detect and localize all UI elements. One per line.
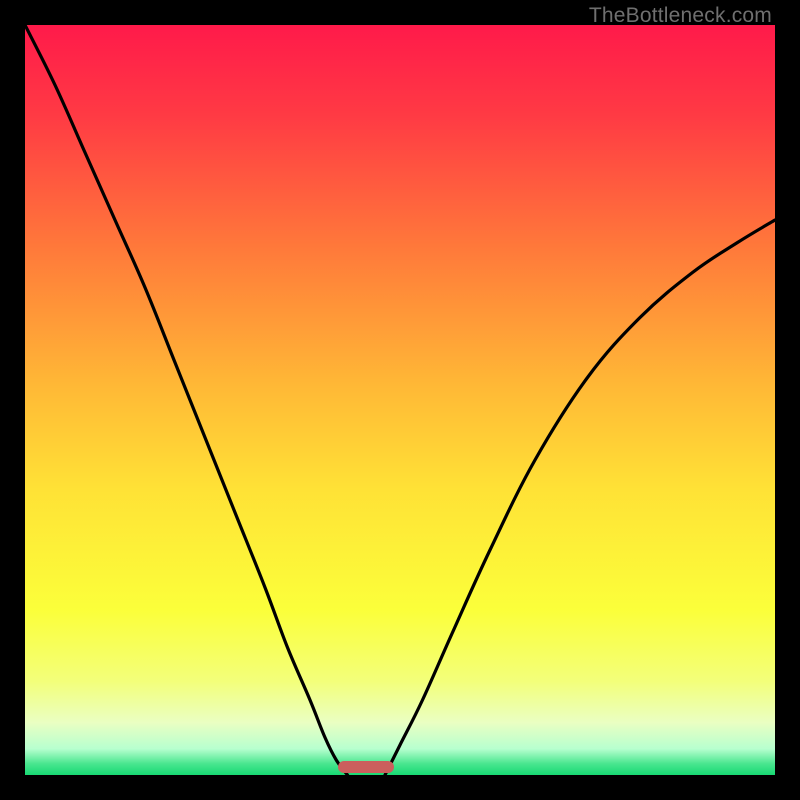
- optimum-marker: [338, 761, 394, 773]
- chart-frame: TheBottleneck.com: [0, 0, 800, 800]
- watermark-text: TheBottleneck.com: [589, 4, 772, 28]
- plot-area: [25, 25, 775, 775]
- background-gradient: [25, 25, 775, 775]
